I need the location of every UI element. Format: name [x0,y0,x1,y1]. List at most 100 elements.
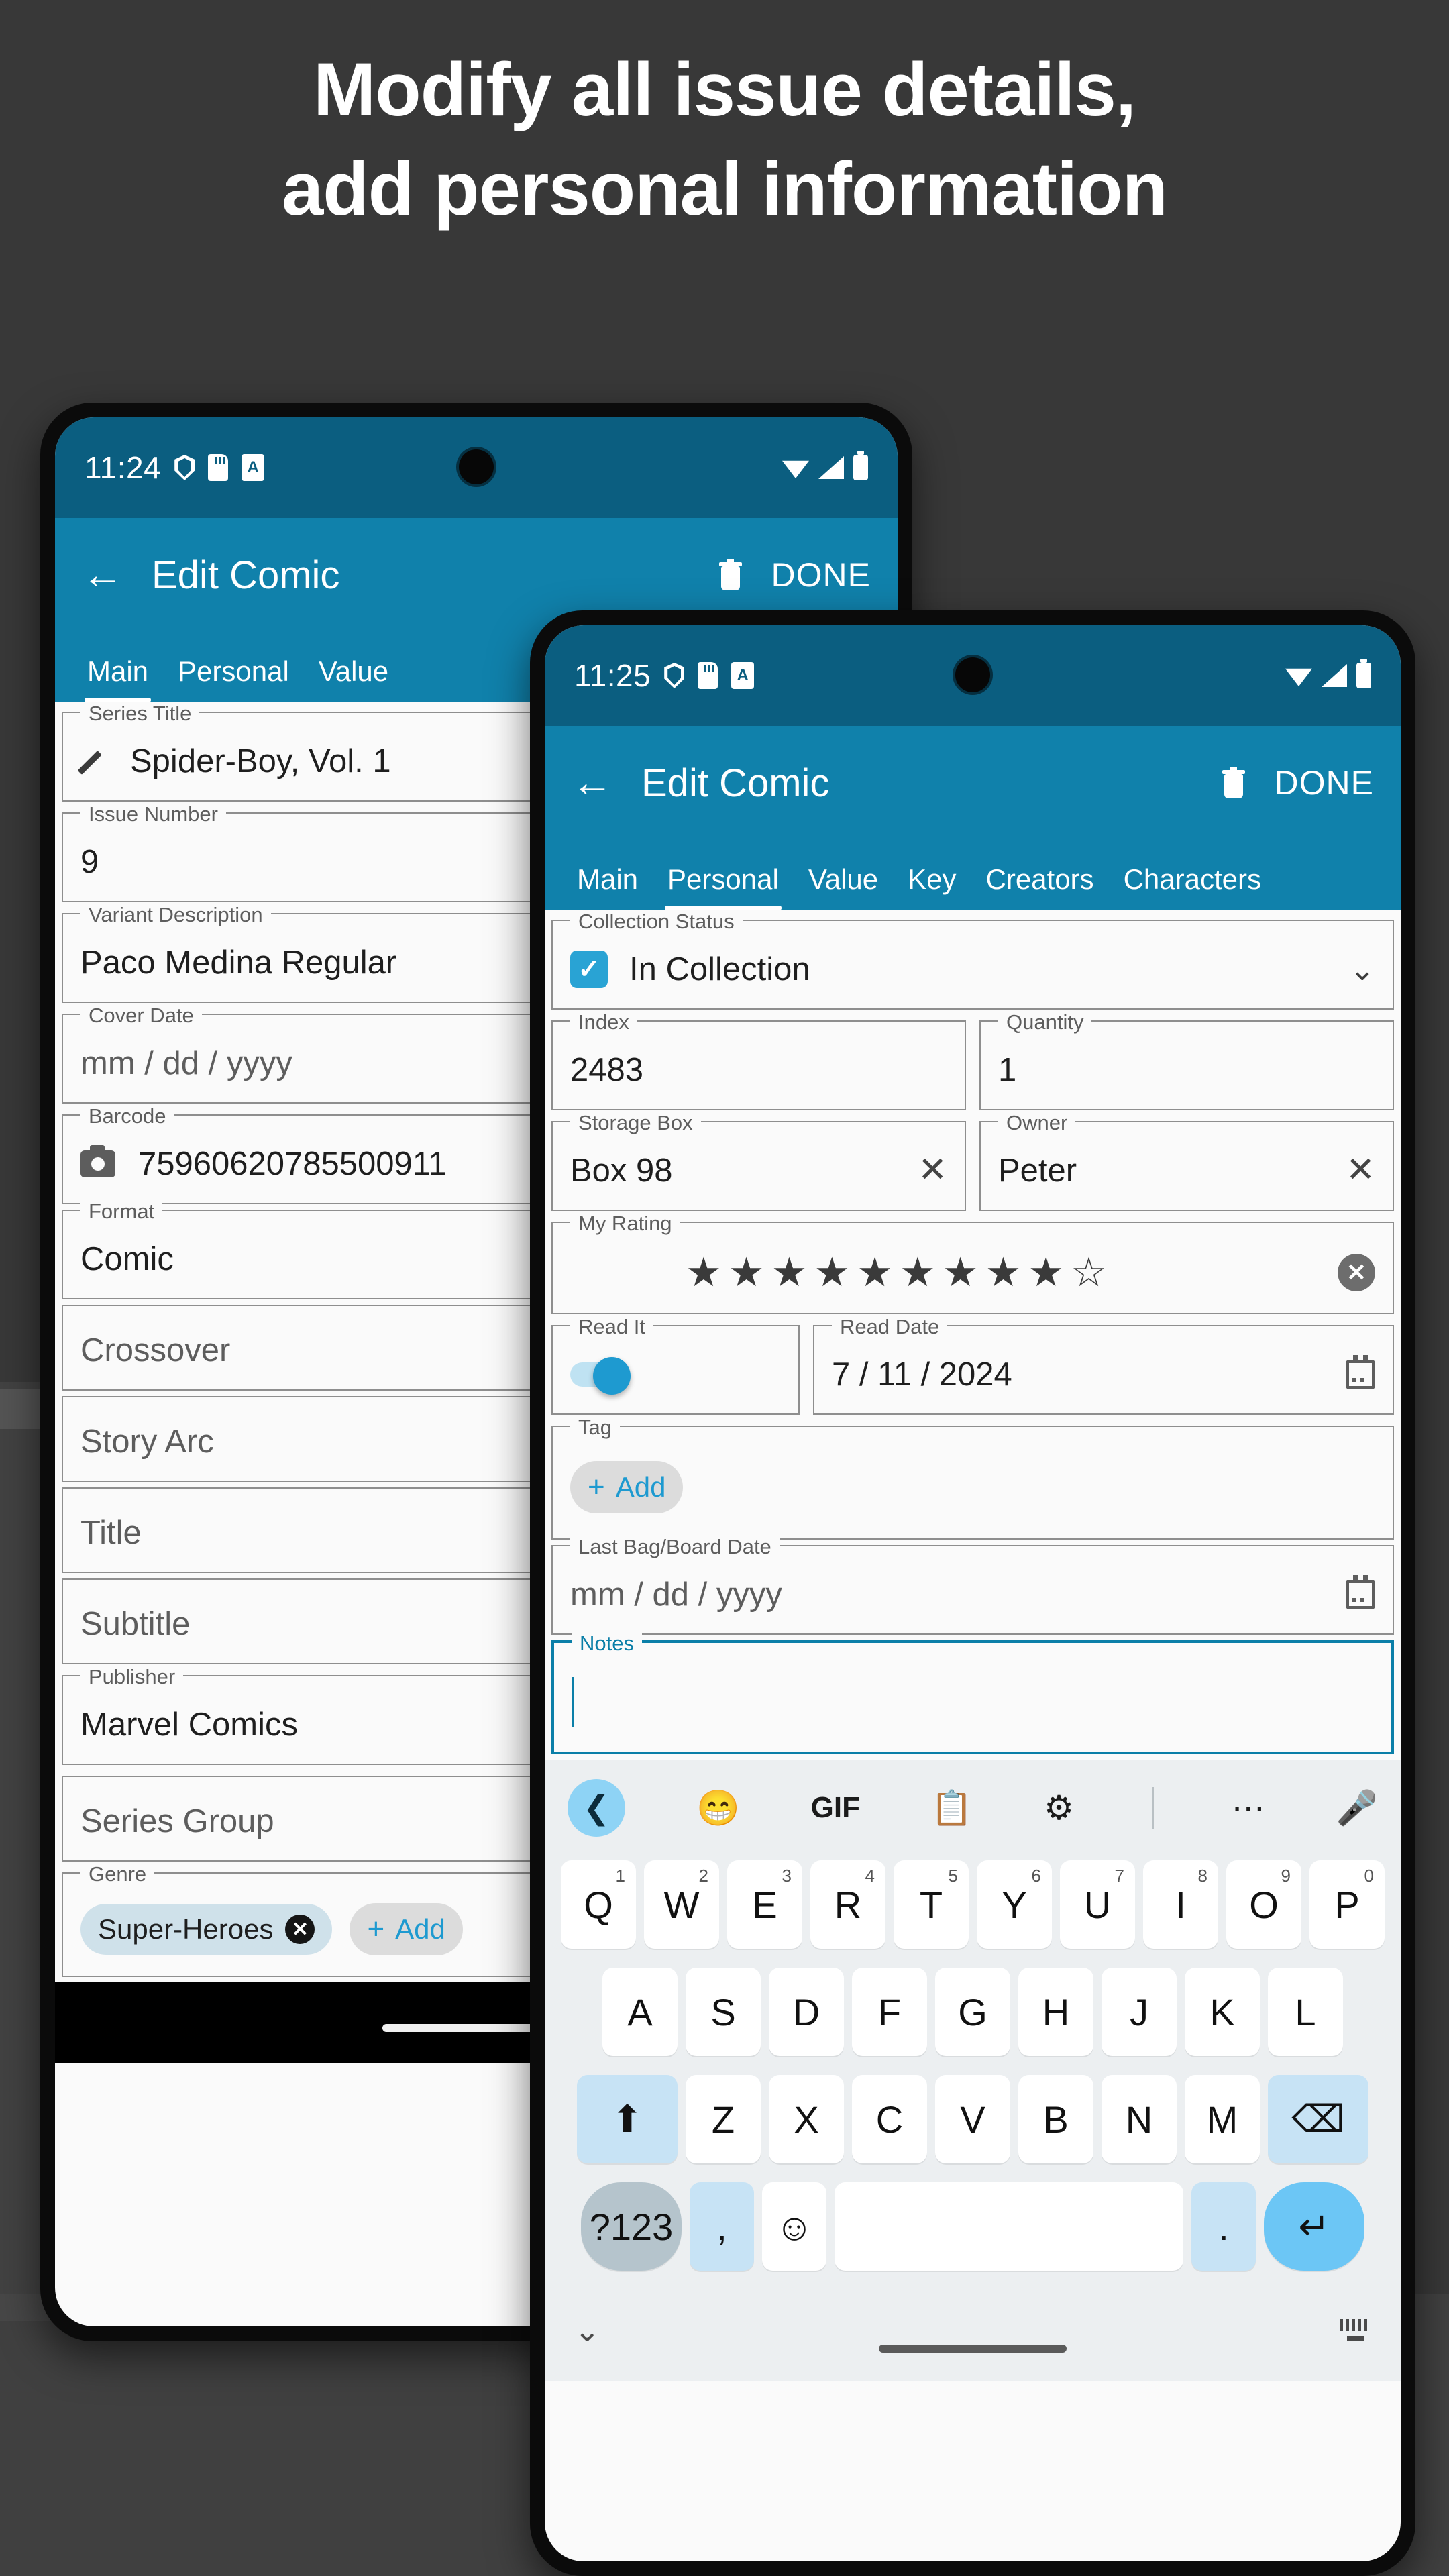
tab-value[interactable]: Value [304,655,403,702]
back-arrow-icon[interactable]: ← [82,554,129,596]
key-O[interactable]: 9O [1226,1860,1301,1949]
field-my-rating[interactable]: My Rating ★ ★ ★ ★ ★ ★ ★ ★ ★ ☆ ✕ [551,1212,1394,1314]
star-filled-icon[interactable]: ★ [900,1252,936,1293]
chip-genre[interactable]: Super-Heroes ✕ [80,1904,333,1955]
key-number-hint: 1 [615,1866,625,1886]
tab-characters[interactable]: Characters [1109,863,1276,910]
delete-icon[interactable] [718,559,742,590]
done-button[interactable]: DONE [771,555,871,594]
text-caret [572,1677,574,1727]
back-arrow-icon[interactable]: ← [572,762,619,804]
tab-creators[interactable]: Creators [971,863,1109,910]
gear-icon[interactable]: ⚙ [1044,1788,1074,1827]
key-B[interactable]: B [1018,2075,1093,2163]
delete-icon[interactable] [1222,767,1245,798]
key-L[interactable]: L [1268,1968,1343,2056]
enter-key[interactable]: ↵ [1264,2182,1364,2271]
star-filled-icon[interactable]: ★ [729,1252,765,1293]
backspace-key[interactable]: ⌫ [1268,2075,1368,2163]
tab-main[interactable]: Main [562,863,653,910]
field-tag[interactable]: Tag + Add [551,1415,1394,1540]
add-tag-button[interactable]: + Add [570,1461,684,1513]
collection-checkbox[interactable]: ✓ [570,951,608,988]
read-it-toggle[interactable] [570,1357,635,1395]
tab-main[interactable]: Main [72,655,163,702]
done-button[interactable]: DONE [1275,763,1374,802]
app-bar-right: ← Edit Comic DONE [545,726,1401,840]
tab-key[interactable]: Key [893,863,971,910]
comma-key[interactable]: , [690,2182,754,2271]
key-X[interactable]: X [769,2075,844,2163]
key-I[interactable]: 8I [1143,1860,1218,1949]
chevron-down-icon[interactable]: ⌄ [1349,954,1375,985]
star-filled-icon[interactable]: ★ [857,1252,893,1293]
pencil-icon[interactable] [80,747,110,776]
key-G[interactable]: G [935,1968,1010,2056]
field-collection-status[interactable]: Collection Status ✓ In Collection ⌄ [551,910,1394,1010]
key-A[interactable]: A [602,1968,678,2056]
symbols-key[interactable]: ?123 [581,2182,682,2271]
rating-stars[interactable]: ★ ★ ★ ★ ★ ★ ★ ★ ★ ☆ [686,1252,1107,1293]
camera-icon[interactable] [80,1145,115,1177]
field-quantity[interactable]: Quantity 1 [979,1010,1394,1110]
keyboard-switch-icon[interactable] [1340,2319,1371,2342]
key-U[interactable]: 7U [1060,1860,1135,1949]
gif-icon[interactable]: GIF [811,1791,860,1825]
chip-remove-icon[interactable]: ✕ [285,1915,315,1944]
key-P[interactable]: 0P [1309,1860,1385,1949]
key-K[interactable]: K [1185,1968,1260,2056]
clear-rating-icon[interactable]: ✕ [1337,1254,1375,1291]
key-N[interactable]: N [1102,2075,1177,2163]
key-M[interactable]: M [1185,2075,1260,2163]
more-icon[interactable]: ⋯ [1232,1788,1265,1827]
key-Y[interactable]: 6Y [977,1860,1052,1949]
field-notes[interactable]: Notes [551,1631,1394,1754]
key-E[interactable]: 3E [727,1860,802,1949]
key-C[interactable]: C [852,2075,927,2163]
clear-icon[interactable]: ✕ [1346,1152,1375,1187]
tab-personal[interactable]: Personal [163,655,304,702]
shift-key[interactable]: ⬆ [577,2075,678,2163]
field-read-date[interactable]: Read Date 7 / 11 / 2024 [813,1315,1394,1415]
star-filled-icon[interactable]: ★ [814,1252,850,1293]
field-owner[interactable]: Owner Peter ✕ [979,1111,1394,1211]
chevron-left-icon[interactable]: ❮ [568,1779,625,1837]
key-W[interactable]: 2W [644,1860,719,1949]
sticker-icon[interactable]: 😁 [696,1788,740,1829]
key-T[interactable]: 5T [894,1860,969,1949]
calendar-icon[interactable] [1346,1575,1375,1609]
add-genre-button[interactable]: + Add [350,1903,463,1955]
star-filled-icon[interactable]: ★ [771,1252,808,1293]
key-J[interactable]: J [1102,1968,1177,2056]
emoji-key[interactable]: ☺ [762,2182,826,2271]
home-indicator[interactable] [879,2345,1067,2353]
key-Z[interactable]: Z [686,2075,761,2163]
period-key[interactable]: . [1191,2182,1256,2271]
key-Q[interactable]: 1Q [561,1860,636,1949]
field-index[interactable]: Index 2483 [551,1010,966,1110]
key-H[interactable]: H [1018,1968,1093,2056]
key-D[interactable]: D [769,1968,844,2056]
key-F[interactable]: F [852,1968,927,2056]
field-storage-box[interactable]: Storage Box Box 98 ✕ [551,1111,966,1211]
clipboard-icon[interactable]: 📋 [931,1788,973,1828]
tab-personal[interactable]: Personal [653,863,794,910]
star-filled-icon[interactable]: ★ [985,1252,1022,1293]
star-empty-icon[interactable]: ☆ [1071,1252,1107,1293]
clear-icon[interactable]: ✕ [918,1152,947,1187]
key-V[interactable]: V [935,2075,1010,2163]
label-index: Index [570,1010,637,1034]
space-key[interactable] [835,2182,1183,2271]
camera-cutout [955,657,990,692]
star-filled-icon[interactable]: ★ [943,1252,979,1293]
key-R[interactable]: 4R [810,1860,885,1949]
mic-icon[interactable]: 🎤 [1336,1788,1378,1828]
star-filled-icon[interactable]: ★ [686,1252,722,1293]
star-filled-icon[interactable]: ★ [1028,1252,1064,1293]
calendar-icon[interactable] [1346,1355,1375,1389]
key-S[interactable]: S [686,1968,761,2056]
tab-value[interactable]: Value [794,863,893,910]
field-bag-board-date[interactable]: Last Bag/Board Date mm / dd / yyyy [551,1535,1394,1635]
hide-keyboard-icon[interactable]: ⌄ [574,2312,600,2349]
field-read-it[interactable]: Read It [551,1315,800,1415]
